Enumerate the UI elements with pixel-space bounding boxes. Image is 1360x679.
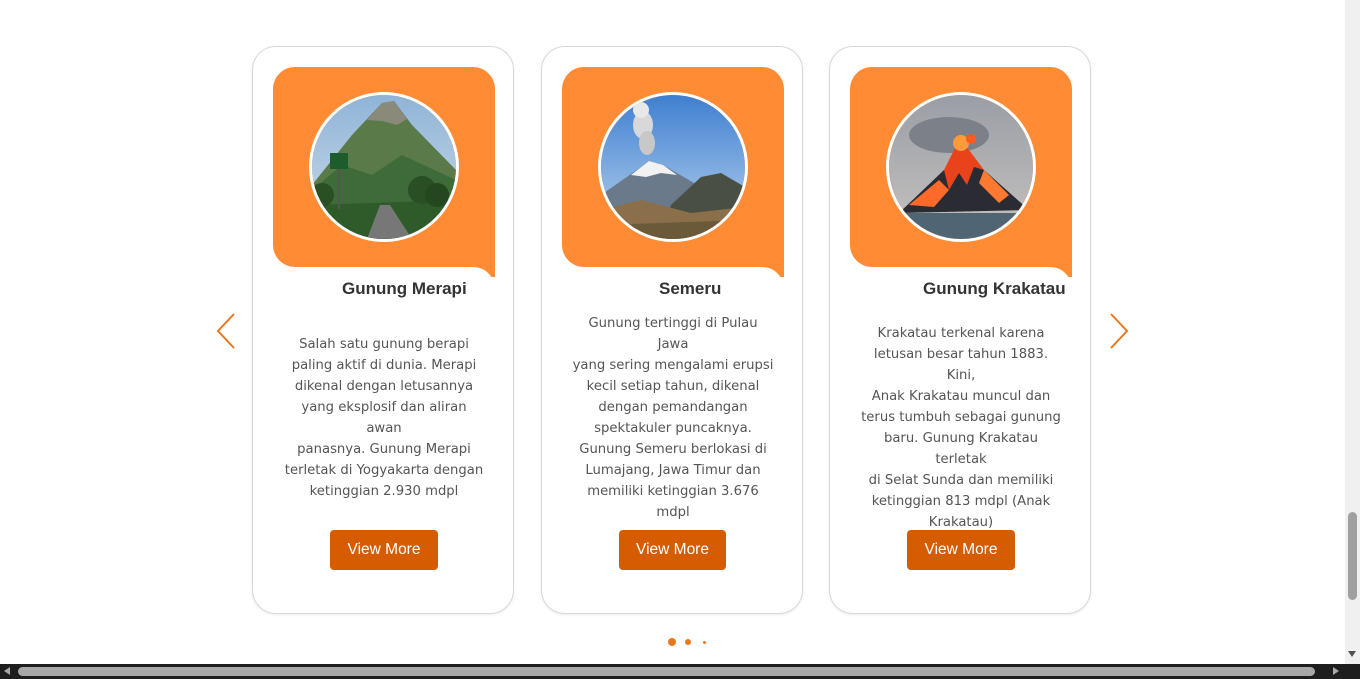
scroll-right-arrow-icon[interactable]	[1333, 667, 1339, 675]
pagination-dot-active[interactable]	[668, 638, 676, 646]
carousel-prev-button[interactable]	[214, 312, 238, 350]
card-description: Gunung tertinggi di Pulau Jawa yang seri…	[572, 316, 774, 520]
pagination-dot[interactable]	[685, 639, 691, 645]
card-title: Gunung Krakatau	[850, 277, 1072, 301]
card-description: Krakatau terkenal karena letusan besar t…	[861, 326, 1061, 530]
merapi-image	[309, 92, 459, 242]
card-title: Semeru	[562, 277, 784, 301]
semeru-photo	[601, 95, 745, 239]
merapi-photo	[312, 95, 456, 239]
horizontal-scrollbar[interactable]	[0, 664, 1345, 679]
krakatau-image	[886, 92, 1036, 242]
view-more-button[interactable]: View More	[330, 530, 438, 570]
card-title: Gunung Merapi	[273, 277, 495, 301]
view-more-button[interactable]: View More	[907, 530, 1015, 570]
carousel-section: Gunung Merapi Salah satu gunung berapi p…	[0, 0, 1345, 664]
vertical-scrollbar[interactable]	[1345, 0, 1360, 664]
view-more-button[interactable]: View More	[619, 530, 726, 570]
krakatau-photo	[889, 95, 1033, 239]
card-header	[850, 67, 1072, 289]
scrollbar-corner	[1345, 664, 1360, 679]
semeru-image	[598, 92, 748, 242]
chevron-right-icon	[1110, 313, 1129, 349]
pagination-dot[interactable]	[703, 641, 706, 644]
card-header	[273, 67, 495, 289]
chevron-left-icon	[216, 313, 235, 349]
scroll-left-arrow-icon[interactable]	[4, 667, 10, 675]
vertical-scrollbar-thumb[interactable]	[1348, 512, 1357, 600]
horizontal-scrollbar-thumb[interactable]	[18, 667, 1315, 676]
carousel-next-button[interactable]	[1107, 312, 1131, 350]
volcano-card-merapi: Gunung Merapi Salah satu gunung berapi p…	[252, 46, 514, 614]
volcano-card-krakatau: Gunung Krakatau Krakatau terkenal karena…	[829, 46, 1091, 614]
volcano-card-semeru: Semeru Gunung tertinggi di Pulau Jawa ya…	[541, 46, 803, 614]
scroll-down-arrow-icon[interactable]	[1348, 651, 1356, 657]
card-header	[562, 67, 784, 289]
card-description: Salah satu gunung berapi paling aktif di…	[284, 337, 484, 499]
